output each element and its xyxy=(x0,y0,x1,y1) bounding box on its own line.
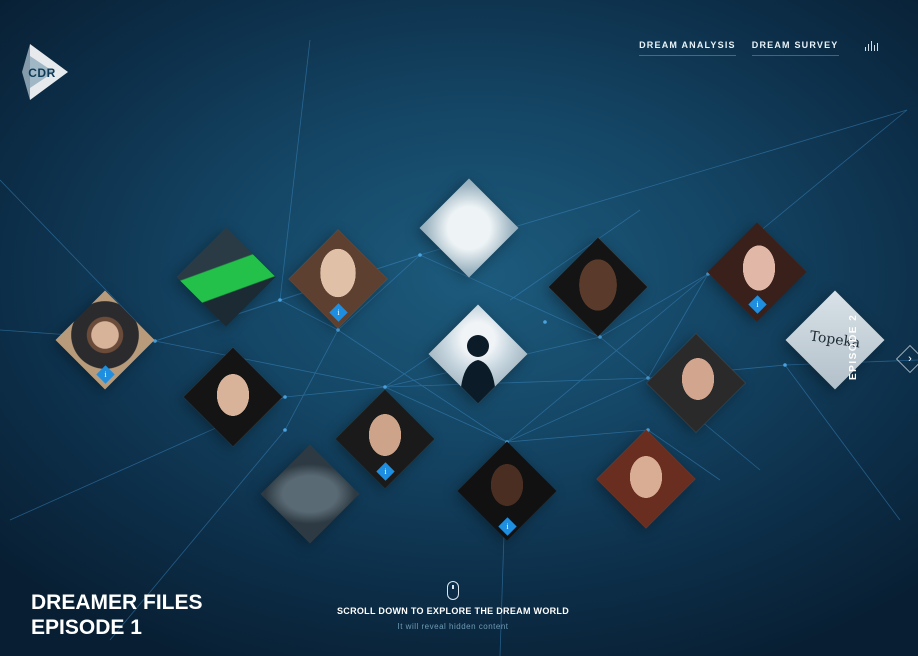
info-badge-asian-man[interactable]: i xyxy=(376,462,395,481)
info-badge-woman-long-hair[interactable]: i xyxy=(329,303,348,322)
info-icon: i xyxy=(104,370,107,379)
info-icon: i xyxy=(337,308,340,317)
info-badge-dark-haired-woman[interactable]: i xyxy=(748,295,767,314)
info-icon: i xyxy=(506,522,509,531)
page-title-line1: DREAMER FILES xyxy=(31,591,203,614)
page-title: DREAMER FILES EPISODE 1 xyxy=(31,590,203,640)
chevron-right-icon: › xyxy=(908,353,912,365)
info-badge-man-in-suit[interactable]: i xyxy=(498,517,517,536)
mouse-icon xyxy=(447,581,459,600)
page-title-line2: EPISODE 1 xyxy=(31,616,142,639)
episode-2-label: EPISODE 2 xyxy=(848,313,859,380)
info-icon: i xyxy=(384,467,387,476)
episode-2-link[interactable]: EPISODE 2 xyxy=(848,314,864,394)
info-icon: i xyxy=(756,300,759,309)
info-badge-bearded-man[interactable]: i xyxy=(96,365,115,384)
scroll-hint-title[interactable]: SCROLL DOWN TO EXPLORE THE DREAM WORLD xyxy=(337,606,569,616)
scroll-hint-subtitle: It will reveal hidden content xyxy=(397,622,509,631)
